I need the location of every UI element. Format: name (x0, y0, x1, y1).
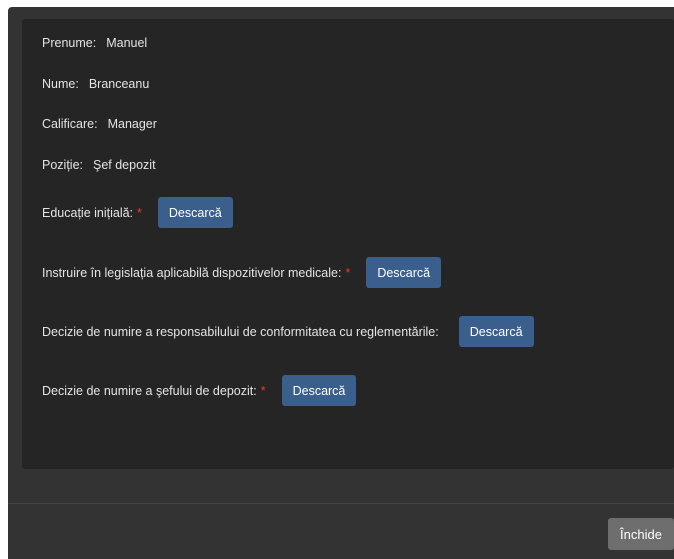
position-label: Poziție: (42, 158, 83, 172)
required-marker: * (260, 383, 266, 398)
download-button[interactable]: Descarcă (366, 257, 442, 288)
last-name-value: Branceanu (88, 77, 150, 91)
download-button[interactable]: Descarcă (157, 197, 233, 228)
footer-divider (8, 503, 674, 504)
qualification-value: Manager (107, 117, 157, 131)
document-row-compliance-officer-decision: Decizie de numire a responsabilului de c… (42, 316, 534, 347)
document-row-warehouse-head-decision: Decizie de numire a şefului de depozit: … (42, 375, 357, 406)
modal-dialog: Prenume: Manuel Nume: Branceanu Califica… (8, 7, 674, 559)
position-value: Şef depozit (93, 158, 156, 172)
position-row: Poziție: Şef depozit (42, 158, 156, 172)
download-button[interactable]: Descarcă (281, 375, 357, 406)
document-row-initial-education: Educație inițială: * Descarcă (42, 197, 233, 228)
document-label: Educație inițială: (42, 205, 134, 220)
first-name-row: Prenume: Manuel (42, 36, 147, 50)
document-label: Decizie de numire a şefului de depozit: (42, 383, 257, 398)
document-label: Decizie de numire a responsabilului de c… (42, 324, 439, 339)
first-name-value: Manuel (106, 36, 148, 50)
qualification-row: Calificare: Manager (42, 117, 157, 131)
details-panel: Prenume: Manuel Nume: Branceanu Califica… (22, 19, 674, 469)
document-label: Instruire în legislația aplicabilă dispo… (42, 265, 342, 280)
last-name-label: Nume: (42, 77, 79, 91)
qualification-label: Calificare: (42, 117, 98, 131)
required-marker: * (345, 265, 351, 280)
download-button[interactable]: Descarcă (458, 316, 534, 347)
first-name-label: Prenume: (42, 36, 97, 50)
close-button[interactable]: Închide (608, 518, 674, 550)
last-name-row: Nume: Branceanu (42, 77, 149, 91)
required-marker: * (137, 205, 142, 220)
document-row-medical-legislation-training: Instruire în legislația aplicabilă dispo… (42, 257, 442, 288)
